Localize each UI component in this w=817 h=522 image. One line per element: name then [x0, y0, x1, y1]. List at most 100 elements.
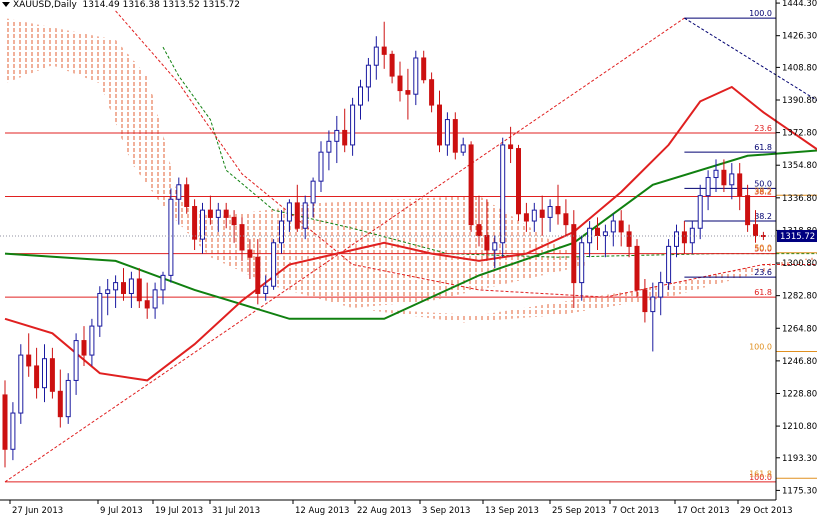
candle-body: [223, 209, 229, 218]
candle-body: [452, 119, 458, 153]
candle-body: [176, 184, 182, 200]
candle-body: [89, 325, 95, 356]
y-tick-label: 1246.80: [782, 357, 817, 367]
candle-body: [128, 278, 134, 294]
candle-body: [263, 285, 269, 294]
candle-body: [539, 209, 545, 218]
x-tick-label: 25 Sep 2013: [552, 506, 606, 516]
candle-body: [689, 227, 695, 244]
candle-body: [239, 224, 245, 251]
candle-body: [215, 209, 221, 218]
candle-body: [49, 358, 55, 392]
x-tick-label: 29 Oct 2013: [740, 506, 793, 516]
candle-body: [429, 79, 435, 106]
y-tick-label: 1354.80: [782, 161, 817, 171]
fib-left-label: 61.8: [754, 288, 772, 297]
chart-area[interactable]: 100.0 23.6 38.2 50.0 61.8 100.0 61.8 50.0 38.2 23…: [0, 0, 817, 518]
x-tick-label: 12 Aug 2013: [295, 506, 349, 516]
candle-body: [705, 177, 711, 197]
candle-body: [697, 195, 703, 229]
candle-body: [389, 53, 395, 77]
fib-right-label: 61.8: [754, 143, 772, 152]
candle-body: [523, 213, 529, 222]
candle-body: [57, 390, 63, 418]
candle-body: [255, 256, 261, 294]
candle-body: [144, 300, 150, 309]
y-tick-label: 1228.80: [782, 389, 817, 399]
candle-body: [555, 206, 561, 215]
x-tick-label: 22 Aug 2013: [357, 506, 411, 516]
candle-body: [602, 231, 608, 237]
candle-body: [113, 282, 119, 291]
candle-body: [105, 289, 111, 294]
candle-body: [97, 292, 103, 327]
candle-body: [468, 144, 474, 226]
fib-right-label: 100.0: [749, 342, 772, 351]
candle-body: [634, 245, 640, 291]
fib-right-label: 23.6: [754, 268, 772, 277]
x-tick-label: 27 Jun 2013: [12, 506, 63, 516]
y-tick-label: 1300.80: [782, 259, 817, 269]
candle-body: [200, 209, 205, 240]
candle-body: [373, 46, 379, 66]
candle-body: [247, 249, 253, 258]
candle-body: [547, 206, 553, 218]
candle-body: [610, 220, 616, 233]
candle-body: [231, 216, 237, 226]
candle-body: [737, 173, 743, 197]
fib-right-label: 50.0: [754, 244, 772, 253]
candle-body: [674, 231, 679, 247]
candle-body: [563, 213, 569, 226]
y-tick-label: 1372.80: [782, 129, 817, 139]
candle-body: [658, 282, 664, 298]
x-tick-label: 17 Oct 2013: [677, 506, 730, 516]
candle-body: [302, 202, 308, 229]
candle-body: [413, 57, 419, 95]
candle-body: [136, 278, 142, 302]
y-tick-label: 1426.30: [782, 32, 817, 42]
y-tick-label: 1193.30: [782, 454, 817, 464]
candle-body: [681, 231, 687, 244]
candle-body: [650, 296, 656, 313]
candle-body: [444, 119, 450, 146]
candle-body: [73, 340, 79, 381]
candle-body: [192, 206, 198, 240]
fib-right-label: 161.8: [749, 469, 772, 478]
candle-body: [745, 195, 751, 226]
candle-body: [26, 354, 32, 367]
x-tick-label: 7 Oct 2013: [612, 506, 659, 516]
y-tick-label: 1175.30: [782, 486, 817, 496]
chart-header: XAUUSD,Daily 1314.49 1316.38 1313.52 131…: [2, 0, 240, 10]
candle-body: [666, 245, 672, 284]
candle-body: [381, 46, 387, 55]
candle-body: [168, 198, 174, 276]
y-tick-label: 1408.80: [782, 63, 817, 73]
x-tick-label: 3 Sep 2013: [422, 506, 470, 516]
candle-body: [579, 242, 585, 284]
candle-body: [34, 365, 40, 389]
candle-body: [334, 129, 340, 142]
dropdown-arrow-icon[interactable]: [2, 2, 10, 7]
candle-body: [626, 231, 632, 247]
candle-body: [516, 148, 521, 215]
candle-body: [618, 220, 624, 233]
candle-body: [753, 224, 758, 237]
candle-body: [365, 64, 371, 88]
price-chart-svg[interactable]: 100.023.638.250.061.8100.061.850.038.223…: [0, 0, 817, 518]
candle-body: [10, 412, 16, 450]
x-tick-label: 19 Jul 2013: [155, 506, 203, 516]
symbol-label: XAUUSD,Daily: [13, 0, 77, 10]
candle-body: [531, 209, 537, 222]
candle-body: [421, 57, 427, 81]
candle-body: [713, 169, 719, 179]
candle-body: [508, 144, 514, 150]
ohlc-readout: 1314.49 1316.38 1313.52 1315.72: [82, 0, 240, 10]
fib-right-label: 38.2: [754, 186, 772, 195]
candle-body: [460, 144, 466, 153]
candle-body: [642, 289, 648, 313]
candle-body: [81, 340, 87, 356]
current-price-label: 1315.72: [780, 232, 815, 242]
candle-body: [721, 169, 727, 186]
y-tick-label: 1444.30: [782, 0, 817, 9]
candle-body: [571, 224, 577, 284]
